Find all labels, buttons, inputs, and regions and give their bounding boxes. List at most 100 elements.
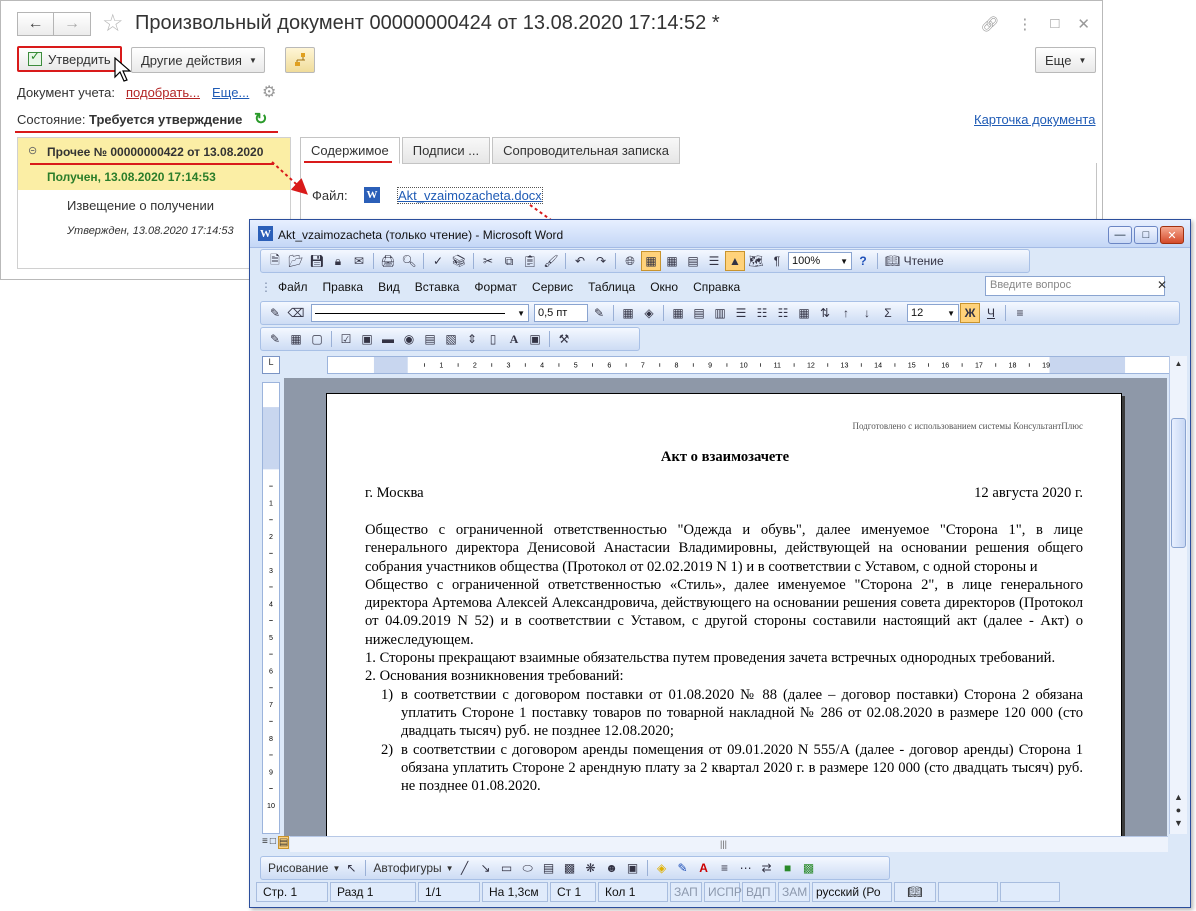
tree-notice[interactable]: Извещение о получении <box>67 198 214 213</box>
3d-icon[interactable]: ▩ <box>799 858 819 878</box>
font-size-select[interactable]: 12 ▼ <box>907 304 959 322</box>
vertical-ruler[interactable]: 1 2 3 4 5 6 7 8 9 10 <box>262 382 280 834</box>
menu-dots-icon[interactable]: ⋮ <box>1017 15 1032 33</box>
eraser-icon[interactable]: ⌫ <box>286 303 306 323</box>
permission-icon[interactable]: 🔒︎ <box>328 251 348 271</box>
menu-table[interactable]: Таблица <box>588 280 635 294</box>
scrollbar-icon[interactable]: ▯ <box>483 329 503 349</box>
clipart-icon[interactable]: ☻ <box>602 858 622 878</box>
horizontal-scrollbar[interactable]: ||| <box>290 836 1168 852</box>
frame-icon[interactable]: ▢ <box>307 329 327 349</box>
menu-help[interactable]: Справка <box>693 280 740 294</box>
normal-view-icon[interactable]: ≡ <box>262 836 268 849</box>
close-icon[interactable]: ✕ <box>1077 15 1090 33</box>
maximize-button[interactable]: □ <box>1134 226 1158 244</box>
menu-tools[interactable]: Сервис <box>532 280 573 294</box>
drawing-toggle-icon[interactable]: ▲ <box>725 251 745 271</box>
autoshapes-menu[interactable]: Автофигуры <box>370 861 444 875</box>
save-icon[interactable]: 💾︎ <box>307 251 327 271</box>
label-icon[interactable]: A <box>504 329 524 349</box>
combobox-icon[interactable]: ▧ <box>441 329 461 349</box>
checkbox-icon[interactable]: ☑ <box>336 329 356 349</box>
hscroll-grip-icon[interactable]: ||| <box>720 839 727 849</box>
tab-cover-note[interactable]: Сопроводительная записка <box>492 137 681 164</box>
radio-icon[interactable]: ◉ <box>399 329 419 349</box>
select-objects-icon[interactable]: ↖ <box>341 858 361 878</box>
insert-table-icon[interactable]: ▦ <box>662 251 682 271</box>
file-link[interactable]: Akt_vzaimozacheta.docx <box>397 187 543 204</box>
line-color-icon[interactable]: ✎ <box>673 858 693 878</box>
oval-icon[interactable]: ⬭ <box>518 858 538 878</box>
sort-asc-icon[interactable]: ↑ <box>836 303 856 323</box>
shading-icon[interactable]: ◈ <box>639 303 659 323</box>
wordart-icon[interactable]: ▩ <box>560 858 580 878</box>
autosum-icon[interactable]: Σ <box>878 303 898 323</box>
pick-link[interactable]: подобрать... <box>126 85 200 100</box>
distribute-rows-icon[interactable]: ☷ <box>752 303 772 323</box>
spinner-icon[interactable]: ⇕ <box>462 329 482 349</box>
status-rec[interactable]: ЗАП <box>670 882 702 902</box>
spelling-status-icon[interactable]: 📖︎ <box>894 882 936 902</box>
menu-view[interactable]: Вид <box>378 280 400 294</box>
scroll-thumb[interactable] <box>1171 418 1186 548</box>
align-cells-icon[interactable]: ☰ <box>731 303 751 323</box>
help-icon[interactable]: ? <box>853 251 873 271</box>
distribute-cols-icon[interactable]: ☷ <box>773 303 793 323</box>
close-doc-icon[interactable]: ✕ <box>1157 278 1167 292</box>
forward-button[interactable]: → <box>54 12 91 36</box>
tab-content[interactable]: Содержимое <box>300 137 400 164</box>
horizontal-ruler[interactable]: 1 2 3 4 5 6 7 8 9 10 11 12 13 14 15 16 17 18 19 <box>327 356 1172 374</box>
web-view-icon[interactable]: □ <box>270 836 276 849</box>
document-card-link[interactable]: Карточка документа <box>974 112 1095 127</box>
underline-button[interactable]: Ч <box>981 303 1001 323</box>
arrow-style-icon[interactable]: ⇄ <box>757 858 777 878</box>
back-button[interactable]: ← <box>17 12 54 36</box>
menu-window[interactable]: Окно <box>650 280 678 294</box>
spelling-icon[interactable]: ✓ <box>428 251 448 271</box>
bullets-icon[interactable]: ≡ <box>1010 303 1030 323</box>
link-icon[interactable]: 🔗︎ <box>980 15 999 33</box>
minimize-button[interactable]: — <box>1108 226 1132 244</box>
table-autoformat-icon[interactable]: ▦ <box>794 303 814 323</box>
picture-icon[interactable]: ▣ <box>623 858 643 878</box>
scroll-up-icon[interactable]: ▲ <box>1170 359 1187 368</box>
fill-color-icon[interactable]: ◈ <box>652 858 672 878</box>
tools-icon[interactable]: ⚒ <box>554 329 574 349</box>
collapse-icon[interactable]: ⊝ <box>28 144 37 157</box>
button-control-icon[interactable]: ▬ <box>378 329 398 349</box>
format-painter-icon[interactable]: 🖌︎ <box>541 251 561 271</box>
border-color-icon[interactable]: ✎ <box>589 303 609 323</box>
document-map-icon[interactable]: 🗺︎ <box>746 251 766 271</box>
arrow-icon[interactable]: ↘ <box>476 858 496 878</box>
textfield-icon[interactable]: ▣ <box>357 329 377 349</box>
image-icon[interactable]: ▣ <box>525 329 545 349</box>
read-mode-button[interactable]: 📖︎ Чтение <box>882 251 947 271</box>
show-formatting-icon[interactable]: ¶ <box>767 251 787 271</box>
other-actions-button[interactable]: Другие действия ▼ <box>131 47 265 73</box>
line-width-select[interactable]: 0,5 пт <box>534 304 588 322</box>
structure-button[interactable] <box>285 47 315 73</box>
open-icon[interactable]: 📂︎ <box>286 251 306 271</box>
more-link[interactable]: Еще... <box>212 85 249 100</box>
tables-borders-icon[interactable]: ▦ <box>641 251 661 271</box>
text-direction-icon[interactable]: ⇅ <box>815 303 835 323</box>
sort-desc-icon[interactable]: ↓ <box>857 303 877 323</box>
listbox-icon[interactable]: ▤ <box>420 329 440 349</box>
columns-icon[interactable]: ☰ <box>704 251 724 271</box>
print-icon[interactable]: 🖨︎ <box>378 251 398 271</box>
cut-icon[interactable]: ✂ <box>478 251 498 271</box>
new-doc-icon[interactable]: 🗎︎ <box>265 251 285 271</box>
gear-icon[interactable]: ⚙ <box>262 82 276 102</box>
menu-insert[interactable]: Вставка <box>415 280 460 294</box>
approve-button[interactable]: Утвердить <box>17 46 122 72</box>
paste-icon[interactable]: 📋︎ <box>520 251 540 271</box>
menu-format[interactable]: Формат <box>474 280 517 294</box>
line-style-icon[interactable]: ≡ <box>715 858 735 878</box>
print-preview-icon[interactable]: 🔍︎ <box>399 251 419 271</box>
tab-signatures[interactable]: Подписи ... <box>401 137 491 164</box>
diagram-icon[interactable]: ❋ <box>581 858 601 878</box>
drawing-menu[interactable]: Рисование <box>265 861 331 875</box>
copy-icon[interactable]: ⧉ <box>499 251 519 271</box>
split-cells-icon[interactable]: ▥ <box>710 303 730 323</box>
dash-style-icon[interactable]: ⋯ <box>736 858 756 878</box>
